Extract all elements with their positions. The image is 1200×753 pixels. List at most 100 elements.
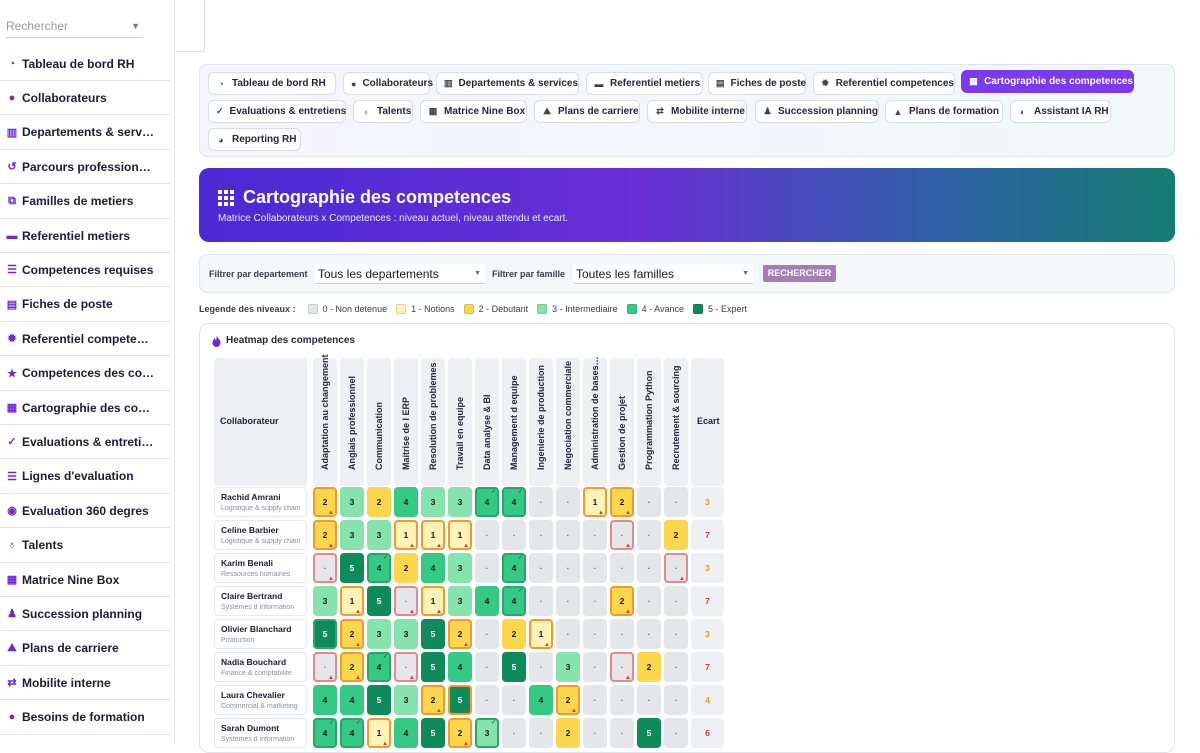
sidebar-item[interactable]: ◔ Tableau de bord RH xyxy=(0,47,170,81)
heatmap-cell[interactable]: · ▲ xyxy=(394,586,418,616)
sidebar-item[interactable]: ✹ Referentiel compete… xyxy=(0,322,170,357)
heatmap-cell[interactable]: 5 xyxy=(421,718,445,748)
heatmap-cell[interactable]: · xyxy=(583,619,607,649)
heatmap-cell[interactable]: 5 ✓ xyxy=(313,619,337,649)
skill-column-header[interactable]: Travail en equipe xyxy=(448,358,472,486)
sidebar-item[interactable]: ♁ Talents xyxy=(0,529,170,563)
heatmap-cell[interactable]: · xyxy=(637,619,661,649)
heatmap-cell[interactable]: 3 xyxy=(448,586,472,616)
skill-column-header[interactable]: Data analyse & BI xyxy=(475,358,499,486)
collaborator-cell[interactable]: Karim Benali Ressources humaines xyxy=(214,553,307,583)
tab[interactable]: ▬ Referentiel metiers xyxy=(586,72,703,95)
tab[interactable]: ● Collaborateurs xyxy=(343,72,433,95)
heatmap-cell[interactable]: · ▲ xyxy=(664,553,688,583)
heatmap-cell[interactable]: · xyxy=(637,553,661,583)
heatmap-cell[interactable]: 3 xyxy=(394,685,418,715)
heatmap-cell[interactable]: · ▲ xyxy=(313,652,337,682)
heatmap-cell[interactable]: · xyxy=(583,520,607,550)
heatmap-cell[interactable]: · xyxy=(610,619,634,649)
heatmap-cell[interactable]: 2 ▲ xyxy=(340,619,364,649)
heatmap-cell[interactable]: 4 xyxy=(340,685,364,715)
heatmap-cell[interactable]: 1 ▲ xyxy=(394,520,418,550)
skill-column-header[interactable]: Negociation commerciale xyxy=(556,358,580,486)
heatmap-cell[interactable]: 3 xyxy=(367,619,391,649)
skill-column-header[interactable]: Adaptation au changement xyxy=(313,354,337,486)
sidebar-item[interactable]: ★ Competences des co… xyxy=(0,357,170,391)
tab[interactable]: ✹ Referentiel competences xyxy=(813,72,955,95)
heatmap-cell[interactable]: · xyxy=(664,487,688,517)
heatmap-cell[interactable]: 4 xyxy=(313,685,337,715)
heatmap-cell[interactable]: 2 ▲ xyxy=(448,619,472,649)
tab[interactable]: ▲ Plans de formation xyxy=(885,100,1003,123)
tab[interactable]: ✓ Evaluations & entretiens xyxy=(208,100,346,123)
heatmap-cell[interactable]: 4 ✓ xyxy=(367,553,391,583)
heatmap-cell[interactable]: 4 ✓ xyxy=(502,487,526,517)
heatmap-cell[interactable]: · xyxy=(664,718,688,748)
heatmap-cell[interactable]: · xyxy=(529,652,553,682)
family-select[interactable]: Toutes les familles ▼ xyxy=(573,264,753,284)
tab[interactable]: ⛰ Plans de carriere xyxy=(534,100,640,123)
heatmap-cell[interactable]: · xyxy=(529,553,553,583)
heatmap-cell[interactable]: 4 ✓ xyxy=(502,553,526,583)
skill-column-header[interactable]: Communication xyxy=(367,358,391,486)
tab[interactable]: ▦ Matrice Nine Box xyxy=(420,100,527,123)
heatmap-cell[interactable]: · xyxy=(556,520,580,550)
heatmap-cell[interactable]: · xyxy=(664,685,688,715)
heatmap-cell[interactable]: 4 ✓ xyxy=(367,652,391,682)
heatmap-cell[interactable]: 5 xyxy=(637,718,661,748)
heatmap-cell[interactable]: 3 xyxy=(556,652,580,682)
collaborator-cell[interactable]: Sarah Dumont Systemes d information xyxy=(214,718,307,748)
skill-column-header[interactable]: Anglais professionnel xyxy=(340,358,364,486)
heatmap-cell[interactable]: · xyxy=(475,520,499,550)
heatmap-cell[interactable]: 3 xyxy=(340,520,364,550)
heatmap-cell[interactable]: 5 xyxy=(421,619,445,649)
sidebar-item[interactable]: ⛰ Plans de carriere xyxy=(0,632,170,666)
heatmap-cell[interactable]: 3 xyxy=(394,619,418,649)
sidebar-item[interactable]: ◉ Evaluation 360 degres xyxy=(0,494,170,529)
heatmap-cell[interactable]: · ▲ xyxy=(394,652,418,682)
sidebar-item[interactable]: ⇄ Mobilite interne xyxy=(0,666,170,701)
sidebar-item[interactable]: ▥ Departements & serv… xyxy=(0,116,170,150)
heatmap-cell[interactable]: · xyxy=(583,586,607,616)
tab[interactable]: ♟ Succession planning xyxy=(755,100,879,123)
heatmap-cell[interactable]: 4 ✓ xyxy=(340,718,364,748)
heatmap-cell[interactable]: 5 xyxy=(502,652,526,682)
heatmap-cell[interactable]: 3 xyxy=(448,487,472,517)
heatmap-cell[interactable]: · xyxy=(583,718,607,748)
heatmap-cell[interactable]: 2 ▲ xyxy=(556,685,580,715)
skill-column-header[interactable]: Administration de bases de donnees xyxy=(583,354,607,486)
heatmap-cell[interactable]: 1 ▲ xyxy=(583,487,607,517)
tab[interactable]: ◐ Assistant IA RH xyxy=(1010,100,1111,123)
sidebar-search-input[interactable]: Rechercher ▼ xyxy=(6,14,142,38)
heatmap-cell[interactable]: 3 xyxy=(340,487,364,517)
heatmap-cell[interactable]: 4 xyxy=(394,718,418,748)
heatmap-cell[interactable]: · xyxy=(664,652,688,682)
collaborator-cell[interactable]: Rachid Amrani Logistique & supply chain xyxy=(214,487,307,517)
heatmap-cell[interactable]: · xyxy=(502,520,526,550)
sidebar-item[interactable]: ▬ Referentiel metiers xyxy=(0,219,170,253)
heatmap-cell[interactable]: 4 xyxy=(529,685,553,715)
heatmap-cell[interactable]: 2 ▲ xyxy=(610,586,634,616)
heatmap-cell[interactable]: 5 xyxy=(367,685,391,715)
heatmap-cell[interactable]: · xyxy=(529,718,553,748)
heatmap-cell[interactable]: · xyxy=(610,553,634,583)
heatmap-cell[interactable]: 5 xyxy=(367,586,391,616)
sidebar-item[interactable]: ▦ Cartographie des co… xyxy=(0,391,170,425)
tab[interactable]: ◔ Tableau de bord RH xyxy=(208,72,336,95)
collaborator-cell[interactable]: Laura Chevalier Commercial & marketing xyxy=(214,685,307,715)
search-button[interactable]: RECHERCHER xyxy=(763,265,836,282)
heatmap-cell[interactable]: 5 xyxy=(340,553,364,583)
heatmap-cell[interactable]: 2 ▲ xyxy=(421,685,445,715)
heatmap-cell[interactable]: 3 xyxy=(313,586,337,616)
skill-column-header[interactable]: Management d equipe xyxy=(502,358,526,486)
sidebar-item[interactable]: ⧉ Familles de metiers xyxy=(0,185,170,219)
heatmap-cell[interactable]: · xyxy=(475,652,499,682)
heatmap-cell[interactable]: 2 ▲ xyxy=(313,487,337,517)
sidebar-item[interactable]: ● Collaborateurs xyxy=(0,81,170,116)
tab[interactable]: ▦ Cartographie des competences xyxy=(961,70,1134,93)
heatmap-cell[interactable]: · xyxy=(610,718,634,748)
sidebar-item[interactable]: ♟ Succession planning xyxy=(0,597,170,632)
heatmap-cell[interactable]: · xyxy=(502,718,526,748)
sidebar-item[interactable]: ● Besoins de formation xyxy=(0,701,170,735)
heatmap-cell[interactable]: 4 xyxy=(421,553,445,583)
